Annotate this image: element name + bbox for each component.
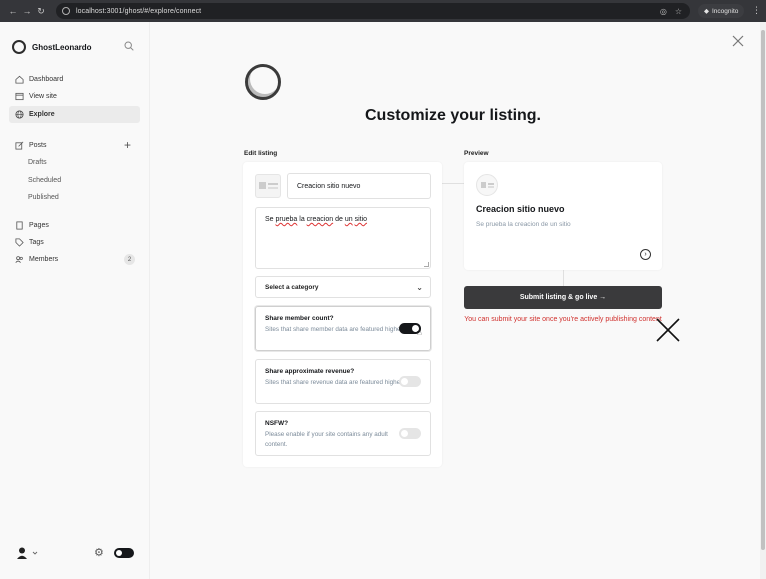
edit-listing-label: Edit listing	[244, 150, 278, 157]
main-content: Customize your listing. Edit listing Pre…	[150, 22, 760, 579]
sidebar-item-label: Members	[29, 256, 59, 263]
connector-line	[442, 183, 464, 184]
nsfw-option: NSFW? Please enable if your site contain…	[255, 411, 431, 456]
sidebar-subitem-scheduled[interactable]: Scheduled	[28, 177, 61, 184]
app: GhostLeonardo Dashboard View site Explor…	[0, 22, 766, 579]
share-revenue-option: Share approximate revenue? Sites that sh…	[255, 359, 431, 404]
sidebar-item-pages[interactable]: Pages	[9, 217, 140, 234]
edit-listing-card: Creacion sitio nuevo Se prueba la creaci…	[243, 162, 442, 467]
members-count-badge: 2	[124, 254, 135, 265]
sidebar-item-label: View site	[29, 93, 57, 100]
desc-word: un	[344, 216, 353, 223]
members-icon	[15, 256, 23, 263]
search-icon[interactable]	[124, 41, 134, 51]
sidebar-subitem-drafts[interactable]: Drafts	[28, 159, 47, 166]
scrollbar[interactable]	[760, 22, 766, 579]
desc-word: sitio	[354, 216, 368, 223]
sidebar-subitem-published[interactable]: Published	[28, 194, 59, 201]
share-revenue-toggle[interactable]	[399, 376, 421, 387]
edit-icon	[15, 141, 24, 150]
incognito-icon: ◆	[704, 8, 709, 15]
sidebar-item-label: Dashboard	[29, 76, 64, 83]
forward-icon[interactable]: →	[20, 6, 34, 16]
preview-thumbnail	[476, 174, 498, 196]
resize-handle[interactable]	[424, 262, 429, 267]
globe-icon	[15, 110, 24, 119]
sidebar-item-view-site[interactable]: View site	[9, 88, 140, 105]
sidebar-item-posts[interactable]: Posts	[9, 137, 140, 154]
incognito-label: Incognito	[712, 7, 739, 15]
eye-off-icon[interactable]: ◎	[660, 7, 667, 16]
site-name: GhostLeonardo	[32, 42, 92, 52]
option-description: Sites that share revenue data are featur…	[265, 379, 403, 386]
desc-word: Se	[265, 216, 276, 223]
desc-word: prueba	[275, 216, 298, 223]
browser-menu-icon[interactable]: ⋮	[752, 5, 761, 16]
preview-label: Preview	[464, 150, 489, 157]
sidebar-item-explore[interactable]: Explore	[9, 106, 140, 123]
back-icon[interactable]: ←	[6, 6, 20, 16]
sidebar-item-label: Tags	[29, 239, 44, 246]
description-textarea[interactable]: Se prueba la creacion de un sitio	[255, 207, 431, 269]
gear-icon[interactable]: ⚙	[94, 546, 104, 559]
arrow-right-icon: ›	[640, 249, 651, 260]
sidebar-item-tags[interactable]: Tags	[9, 234, 140, 251]
browser-toolbar: ← → ↻ localhost:3001/ghost/#/explore/con…	[0, 0, 766, 22]
option-title: Share member count?	[265, 315, 334, 322]
preview-title: Creacion sitio nuevo	[476, 204, 565, 214]
share-member-count-option: Share member count? Sites that share mem…	[255, 306, 431, 351]
site-title-input[interactable]: Creacion sitio nuevo	[287, 173, 431, 199]
site-logo-icon	[12, 40, 26, 54]
site-header[interactable]: GhostLeonardo	[12, 40, 92, 54]
reload-icon[interactable]: ↻	[34, 6, 48, 17]
user-avatar-icon[interactable]	[16, 546, 38, 560]
sidebar-item-members[interactable]: Members	[9, 251, 140, 268]
desc-word: la	[297, 216, 307, 223]
page-icon	[16, 221, 23, 230]
close-icon[interactable]	[732, 35, 744, 47]
nsfw-toggle[interactable]	[399, 428, 421, 439]
site-thumbnail[interactable]	[255, 174, 281, 198]
sidebar-item-dashboard[interactable]: Dashboard	[9, 71, 140, 88]
chevron-down-icon: ⌄	[416, 283, 423, 292]
description-text: Se prueba la creacion de un sitio	[265, 216, 367, 223]
star-icon[interactable]: ☆	[675, 7, 682, 16]
option-title: NSFW?	[265, 420, 289, 427]
desc-word: creacion	[306, 216, 334, 223]
sidebar-item-label: Explore	[29, 111, 55, 118]
page-title: Customize your listing.	[364, 107, 541, 124]
url-text: localhost:3001/ghost/#/explore/connect	[76, 7, 202, 15]
hand-cursor-icon: ☝	[416, 327, 422, 337]
category-select[interactable]: Select a category ⌄	[255, 276, 431, 298]
add-post-icon[interactable]: +	[124, 139, 131, 151]
option-title: Share approximate revenue?	[265, 368, 355, 375]
home-icon	[15, 75, 24, 84]
preview-card: Creacion sitio nuevo Se prueba la creaci…	[464, 162, 662, 270]
dark-mode-toggle[interactable]	[114, 548, 134, 558]
site-info-icon[interactable]	[62, 7, 70, 15]
ghost-logo-icon	[245, 64, 281, 100]
sidebar-item-label: Posts	[29, 142, 47, 149]
address-bar[interactable]: localhost:3001/ghost/#/explore/connect ◎…	[56, 3, 690, 19]
connector-line	[563, 270, 564, 286]
incognito-badge[interactable]: ◆ Incognito	[698, 4, 745, 18]
window-icon	[15, 92, 24, 101]
submit-listing-button[interactable]: Submit listing & go live →	[464, 286, 662, 309]
tag-icon	[15, 238, 24, 247]
desc-word: de	[333, 216, 345, 223]
option-description: Please enable if your site contains any …	[265, 431, 388, 448]
sidebar: GhostLeonardo Dashboard View site Explor…	[0, 22, 150, 579]
submit-warning: You can submit your site once you're act…	[464, 316, 662, 323]
option-description: Sites that share member data are feature…	[265, 326, 403, 333]
sidebar-item-label: Pages	[29, 222, 49, 229]
preview-description: Se prueba la creacion de un sitio	[476, 221, 571, 228]
category-select-value: Select a category	[265, 283, 319, 291]
x-mark-icon	[656, 318, 680, 342]
